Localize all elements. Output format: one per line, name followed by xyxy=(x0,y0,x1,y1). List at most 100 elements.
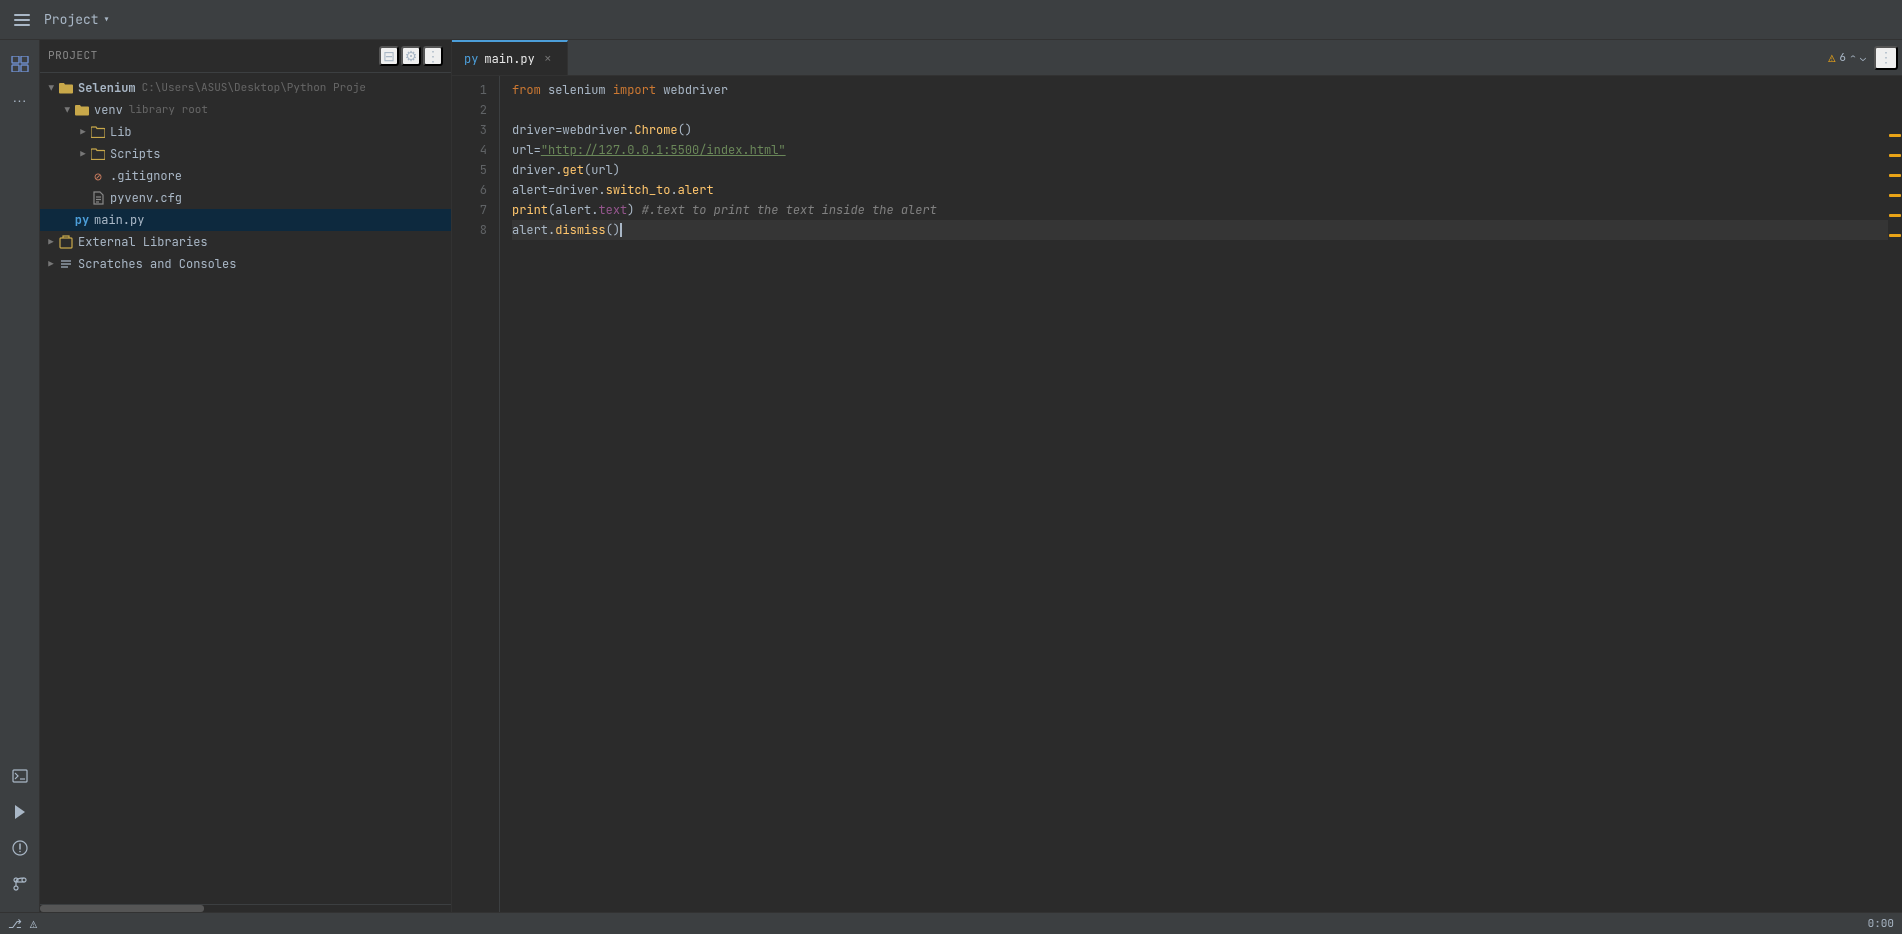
line-numbers: 1 2 3 4 5 6 7 8 xyxy=(452,76,500,912)
ref-driver-6: driver xyxy=(555,180,598,200)
warning-collapse-icon[interactable]: ⌄ xyxy=(1860,51,1866,64)
tree-arrow-selenium: ▶ xyxy=(44,81,58,95)
tabs-bar: py main.py ✕ ⚠ 6 ⌃ ⌄ ⋮ xyxy=(452,40,1902,76)
var-url: url xyxy=(512,140,534,160)
ref-alert-8: alert xyxy=(512,220,548,240)
tab-main-py[interactable]: py main.py ✕ xyxy=(452,40,568,75)
code-line-1: from selenium import webdriver xyxy=(512,80,1888,100)
line-num-7: 7 xyxy=(452,200,487,220)
git-button[interactable] xyxy=(4,868,36,900)
tree-arrow-lib: ▶ xyxy=(76,125,90,139)
sidebar-title: Project xyxy=(48,49,98,63)
tree-item-gitignore[interactable]: ▶ ⊘ .gitignore xyxy=(40,165,451,187)
ref-alert-7: alert xyxy=(555,200,591,220)
method-dismiss: dismiss xyxy=(555,220,605,240)
bottom-bar-left: ⎇ ⚠ xyxy=(8,916,37,932)
code-line-8: alert . dismiss () xyxy=(512,220,1888,240)
project-selector[interactable]: Project ▾ xyxy=(36,7,118,32)
problems-button[interactable] xyxy=(4,832,36,864)
chevron-down-icon: ▾ xyxy=(103,11,111,28)
structure-icon: ··· xyxy=(13,92,27,108)
sidebar-scrollbar-thumb[interactable] xyxy=(40,905,204,912)
project-view-button[interactable] xyxy=(4,48,36,80)
ref-driver-5: driver xyxy=(512,160,555,180)
code-editor[interactable]: from selenium import webdriver driver = … xyxy=(500,76,1888,912)
tree-item-ext-libs[interactable]: ▶ External Libraries xyxy=(40,231,451,253)
file-tree: ▶ Selenium C:\Users\ASUS\Desktop\Python … xyxy=(40,73,451,904)
warning-expand-icon[interactable]: ⌃ xyxy=(1850,51,1856,64)
line-num-3: 3 xyxy=(452,120,487,140)
tree-item-selenium[interactable]: ▶ Selenium C:\Users\ASUS\Desktop\Python … xyxy=(40,77,451,99)
tree-item-lib[interactable]: ▶ Lib xyxy=(40,121,451,143)
warning-count: 6 xyxy=(1839,51,1846,65)
sidebar-scrollbar[interactable] xyxy=(40,904,451,912)
sidebar-settings-button[interactable]: ⚙ xyxy=(401,46,421,66)
kw-import: import xyxy=(613,80,656,100)
folder-icon-lib xyxy=(90,124,106,140)
sidebar-more-button[interactable]: ⋮ xyxy=(423,46,443,66)
folder-icon-scripts xyxy=(90,146,106,162)
bottom-git-icon: ⎇ xyxy=(8,916,22,932)
tree-label-main: main.py xyxy=(94,212,144,228)
editor-area: py main.py ✕ ⚠ 6 ⌃ ⌄ ⋮ 1 2 3 4 xyxy=(452,40,1902,912)
menu-button[interactable] xyxy=(8,6,36,34)
bottom-bar: ⎇ ⚠ 0:00 xyxy=(0,912,1902,934)
structure-button[interactable]: ··· xyxy=(4,84,36,116)
method-chrome: Chrome xyxy=(634,120,677,140)
tab-label-main: main.py xyxy=(484,51,534,67)
editor-more-button[interactable]: ⋮ xyxy=(1874,46,1898,70)
margin-tick-4 xyxy=(1889,194,1901,197)
tab-py-icon: py xyxy=(464,51,478,67)
tree-label-pyvenv: pyvenv.cfg xyxy=(110,190,182,206)
line-num-2: 2 xyxy=(452,100,487,120)
tree-label-lib: Lib xyxy=(110,124,132,140)
tree-item-scratches[interactable]: ▶ Scratches and Consoles xyxy=(40,253,451,275)
func-print: print xyxy=(512,200,548,220)
paren-8: () xyxy=(606,220,620,240)
line-num-4: 4 xyxy=(452,140,487,160)
margin-tick-1 xyxy=(1889,134,1901,137)
run-button[interactable] xyxy=(4,796,36,828)
cursor xyxy=(620,223,622,237)
tree-item-pyvenv[interactable]: ▶ pyvenv.cfg xyxy=(40,187,451,209)
margin-tick-5 xyxy=(1889,214,1901,217)
editor-content: 1 2 3 4 5 6 7 8 from selenium import xyxy=(452,76,1902,912)
tree-item-scripts[interactable]: ▶ Scripts xyxy=(40,143,451,165)
ref-url-5: url xyxy=(591,160,613,180)
left-toolbar: ··· xyxy=(0,40,40,912)
project-label: Project xyxy=(44,11,99,28)
margin-tick-6 xyxy=(1889,234,1901,237)
code-line-4: url = "http://127.0.0.1:5500/index.html" xyxy=(512,140,1888,160)
tree-arrow-venv: ▶ xyxy=(60,103,74,117)
mod-webdriver: webdriver xyxy=(663,80,728,100)
method-get: get xyxy=(562,160,584,180)
left-toolbar-bottom xyxy=(4,760,36,912)
tree-label-venv: venv xyxy=(94,102,123,118)
bottom-bar-right: 0:00 xyxy=(1868,917,1894,931)
line-num-8: 8 xyxy=(452,220,487,240)
main-layout: ··· xyxy=(0,40,1902,912)
warning-icon: ⚠ xyxy=(1828,50,1835,66)
sidebar: Project ⊟ ⚙ ⋮ ▶ Selenium C:\Users\ASUS\D… xyxy=(40,40,452,912)
line-num-5: 5 xyxy=(452,160,487,180)
paren-7b: ) xyxy=(627,200,634,220)
terminal-button[interactable] xyxy=(4,760,36,792)
tree-label-extlib: External Libraries xyxy=(78,234,208,250)
tree-item-venv[interactable]: ▶ venv library root xyxy=(40,99,451,121)
tabs-right-actions: ⚠ 6 ⌃ ⌄ ⋮ xyxy=(1828,40,1902,75)
paren-7a: ( xyxy=(548,200,555,220)
code-line-5: driver . get ( url ) xyxy=(512,160,1888,180)
scratches-icon xyxy=(58,256,74,272)
sidebar-collapse-button[interactable]: ⊟ xyxy=(379,46,399,66)
line-num-1: 1 xyxy=(452,80,487,100)
code-line-7: print ( alert . text ) #.text to print t… xyxy=(512,200,1888,220)
tree-item-main-py[interactable]: ▶ py main.py xyxy=(40,209,451,231)
tree-label-scripts: Scripts xyxy=(110,146,160,162)
tab-close-main[interactable]: ✕ xyxy=(541,52,555,66)
folder-icon-selenium xyxy=(58,80,74,96)
code-line-6: alert = driver . switch_to . alert xyxy=(512,180,1888,200)
paren-5a: ( xyxy=(584,160,591,180)
margin-tick-2 xyxy=(1889,154,1901,157)
tree-label-scratches: Scratches and Consoles xyxy=(78,256,236,272)
tree-arrow-scripts: ▶ xyxy=(76,147,90,161)
